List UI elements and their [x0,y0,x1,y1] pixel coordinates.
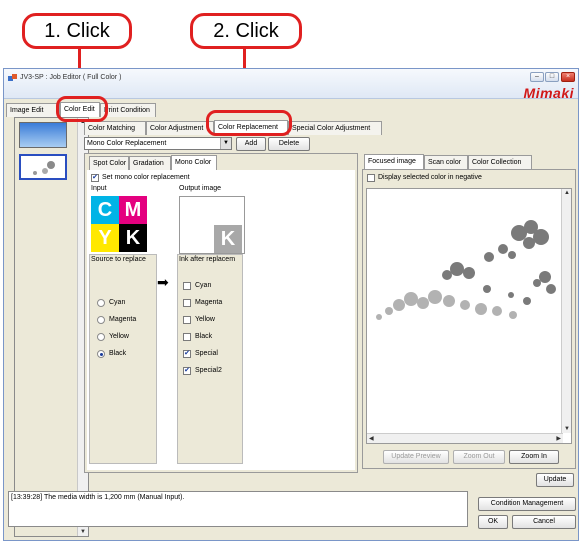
job-editor-window: JV3-SP : Job Editor ( Full Color ) – □ ×… [3,68,579,541]
ok-button[interactable]: OK [478,515,508,529]
ink-yellow-checkbox[interactable] [183,316,191,324]
source-cyan-radio[interactable] [97,299,105,307]
yellow-swatch: Y [91,224,119,252]
preview-panel: Display selected color in negative ▲ ▼ ◀… [362,169,576,469]
preview-canvas: ▲ ▼ ◀ ▶ [366,188,572,444]
thumbnail-sky[interactable] [19,122,67,148]
replacement-mode-value: Mono Color Replacement [87,140,167,147]
source-cyan-label: Cyan [109,299,126,306]
thumbnail-clouds[interactable] [19,154,67,180]
update-preview-button[interactable]: Update Preview [383,450,449,464]
tab-mono-color[interactable]: Mono Color [171,155,217,170]
ink-black-label: Black [195,333,213,340]
log-message: [13:39:28] The media width is 1,200 mm (… [11,494,185,501]
ink-magenta-label: Magenta [195,299,223,306]
mono-color-area: ✔ Set mono color replacement Input Outpu… [87,170,355,470]
clouds-image [376,220,556,320]
ink-magenta-checkbox[interactable] [183,299,191,307]
tab-image-edit[interactable]: Image Edit [6,103,60,117]
ink-cyan-checkbox[interactable] [183,282,191,290]
tab-color-collection[interactable]: Color Collection [468,155,532,169]
preview-scroll-right-icon[interactable]: ▶ [556,435,561,442]
cancel-button[interactable]: Cancel [512,515,576,529]
tab-spot-color[interactable]: Spot Color [89,156,129,170]
preview-scroll-up-icon[interactable]: ▲ [564,190,570,196]
output-label: Output image [179,185,222,192]
preview-scrollbar-h[interactable]: ◀ ▶ [367,433,563,443]
ink-yellow-label: Yellow [195,316,215,323]
highlight-color-replacement-tab [206,110,292,136]
dropdown-arrow-icon[interactable]: ▼ [220,138,231,149]
source-yellow-label: Yellow [109,333,129,340]
maximize-button[interactable]: □ [545,72,559,82]
tab-gradation[interactable]: Gradation [129,156,171,170]
preview-scrollbar-v[interactable]: ▲ ▼ [561,189,571,433]
black-swatch: K [119,224,147,252]
zoom-out-button[interactable]: Zoom Out [453,450,505,464]
preview-scroll-left-icon[interactable]: ◀ [369,435,374,442]
update-button[interactable]: Update [536,473,574,487]
ink-special2-checkbox[interactable]: ✔ [183,367,191,375]
ink-special2-label: Special2 [195,367,222,374]
source-black-radio[interactable] [97,350,105,358]
arrow-right-icon: ➡ [157,274,169,290]
replacement-mode-select[interactable]: Mono Color Replacement ▼ [84,137,232,150]
preview-scroll-down-icon[interactable]: ▼ [564,426,570,432]
set-mono-label: Set mono color replacement [102,174,190,181]
input-label: Input [91,185,107,192]
minimize-button[interactable]: – [530,72,544,82]
negative-checkbox[interactable] [367,174,375,182]
add-button[interactable]: Add [236,137,266,151]
source-box [89,254,157,464]
source-label: Source to replace [91,256,146,263]
app-icon [8,74,17,81]
tab-scan-color[interactable]: Scan color [424,155,468,169]
replacement-panel: Spot Color Gradation Mono Color ✔ Set mo… [84,153,358,473]
ink-special-label: Special [195,350,218,357]
ink-black-checkbox[interactable] [183,333,191,341]
callout-step-1: 1. Click [22,13,132,49]
tab-special-color-adjustment[interactable]: Special Color Adjustment [288,121,382,135]
tab-print-condition[interactable]: Print Condition [100,103,156,117]
ink-label: Ink after replacem [179,256,236,263]
delete-button[interactable]: Delete [268,137,310,151]
output-image: K [179,196,245,254]
callout-step-2: 2. Click [190,13,302,49]
message-log: [13:39:28] The media width is 1,200 mm (… [8,491,468,527]
source-magenta-label: Magenta [109,316,137,323]
ink-cyan-label: Cyan [195,282,212,289]
source-black-label: Black [109,350,127,357]
ink-special-checkbox[interactable]: ✔ [183,350,191,358]
source-magenta-radio[interactable] [97,316,105,324]
tab-focused-image[interactable]: Focused image [364,154,424,169]
close-button[interactable]: × [561,72,575,82]
condition-management-button[interactable]: Condition Management [478,497,576,511]
brand-logo: Mimaki [523,85,574,101]
output-k-swatch: K [214,225,242,253]
source-yellow-radio[interactable] [97,333,105,341]
magenta-swatch: M [119,196,147,224]
tab-color-adjustment[interactable]: Color Adjustment [146,121,214,135]
thumbnail-list: ▲ ▼ [14,117,89,537]
set-mono-checkbox[interactable]: ✔ [91,174,99,182]
title-bar: JV3-SP : Job Editor ( Full Color ) – □ ×… [4,69,578,101]
cyan-swatch: C [91,196,119,224]
zoom-in-button[interactable]: Zoom In [509,450,559,464]
clouds-thumb-image [33,161,55,175]
tab-color-matching[interactable]: Color Matching [84,121,146,135]
window-title: JV3-SP : Job Editor ( Full Color ) [20,74,122,81]
negative-label: Display selected color in negative [378,174,482,181]
scroll-down-icon[interactable]: ▼ [80,529,86,535]
highlight-color-edit-tab [56,96,108,122]
